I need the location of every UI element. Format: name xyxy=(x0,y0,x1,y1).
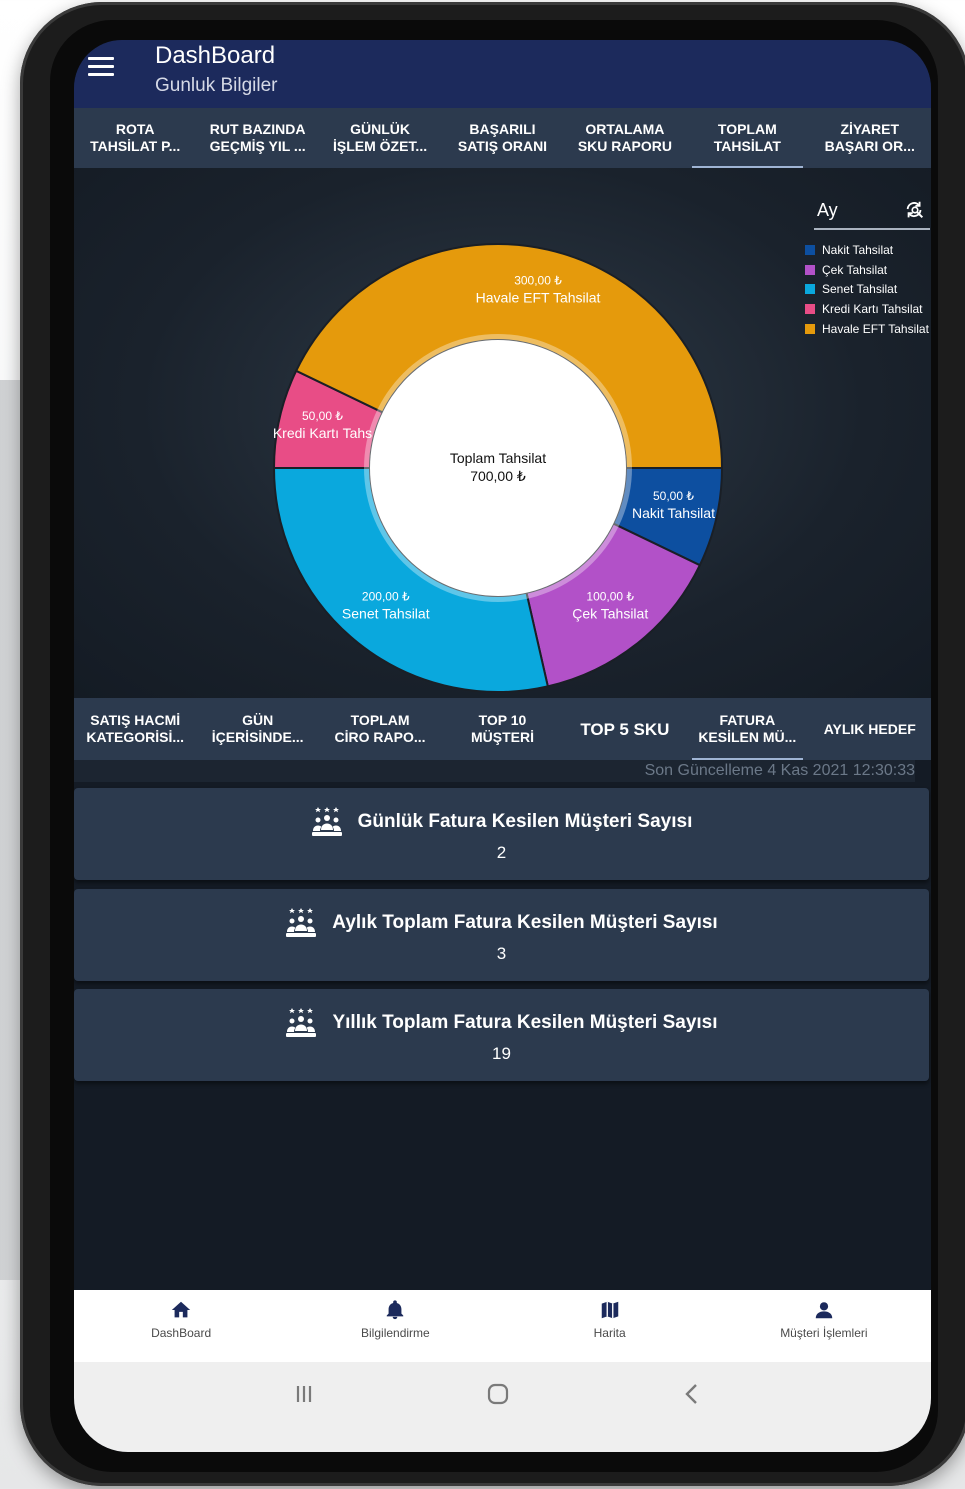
bell-icon xyxy=(387,1300,404,1320)
person-icon xyxy=(815,1302,833,1319)
bottom-navigation: DashBoard Bilgilendirme Harita Müşteri İ… xyxy=(74,1290,931,1362)
legend-swatch xyxy=(805,244,815,255)
recents-button-icon[interactable] xyxy=(284,1379,324,1409)
tab-satis-hacmi[interactable]: SATIŞ HACMİ KATEGORİSİ... xyxy=(74,698,196,760)
card-value: 19 xyxy=(492,1044,511,1063)
customers-icon xyxy=(286,908,317,937)
legend-swatch xyxy=(805,303,815,314)
nav-musteri-islemleri[interactable]: Müşteri İşlemleri xyxy=(717,1290,931,1362)
slice-value-label: 50,00 ₺ xyxy=(653,489,694,503)
system-navigation-bar xyxy=(74,1362,931,1452)
chart-area: Toplam Tahsilat 700,00 ₺ 50,00 ₺ Nakit Ta… xyxy=(74,168,931,698)
last-update-text: Son Güncelleme 4 Kas 2021 12:30:33 xyxy=(74,760,915,782)
slice-name-label: Kredi Kartı Tahs xyxy=(273,425,372,441)
legend-label: Nakit Tahsilat xyxy=(822,242,894,257)
report-tabs-bottom: SATIŞ HACMİ KATEGORİSİ... GÜN İÇERİSİNDE… xyxy=(74,698,931,760)
legend-label: Çek Tahsilat xyxy=(822,262,888,277)
center-value: 700,00 ₺ xyxy=(470,468,526,484)
report-tabs-top: ROTA TAHSİLAT P... RUT BAZINDA GEÇMİŞ YI… xyxy=(74,108,931,168)
monthly-invoice-card: Aylık Toplam Fatura Kesilen Müşteri Sayı… xyxy=(74,889,929,981)
nav-label: Müşteri İşlemleri xyxy=(780,1326,868,1340)
nav-bilgilendirme[interactable]: Bilgilendirme xyxy=(288,1290,502,1362)
legend-item[interactable]: Çek Tahsilat xyxy=(805,260,929,280)
legend-label: Havale EFT Tahsilat xyxy=(822,321,929,336)
slice-name-label: Havale EFT Tahsilat xyxy=(476,290,601,306)
customers-icon xyxy=(286,1008,317,1037)
slice-name-label: Nakit Tahsilat xyxy=(632,505,715,521)
tab-rut-bazinda[interactable]: RUT BAZINDA GEÇMİŞ YIL ... xyxy=(196,108,318,168)
chart-legend: Nakit Tahsilat Çek Tahsilat Senet Tahsilat… xyxy=(805,240,929,338)
refresh-search-icon[interactable] xyxy=(904,199,926,221)
tab-ortalama-sku[interactable]: ORTALAMA SKU RAPORU xyxy=(564,108,686,168)
tab-aylik-hedef[interactable]: AYLIK HEDEF xyxy=(809,698,931,760)
legend-swatch xyxy=(805,264,815,275)
slice-value-label: 100,00 ₺ xyxy=(586,590,634,604)
legend-item[interactable]: Kredi Kartı Tahsilat xyxy=(805,299,929,319)
customers-icon xyxy=(311,807,342,836)
period-select[interactable]: Ay xyxy=(814,196,930,230)
home-button-icon[interactable] xyxy=(478,1379,518,1409)
app-bar: DashBoard Gunluk Bilgiler xyxy=(74,40,931,108)
yearly-invoice-card: Yıllık Toplam Fatura Kesilen Müşteri Say… xyxy=(74,989,929,1081)
center-label: Toplam Tahsilat xyxy=(450,450,546,466)
tab-fatura-kesilen[interactable]: FATURA KESİLEN MÜ... xyxy=(686,698,808,760)
map-icon xyxy=(601,1301,618,1319)
tab-top5-sku[interactable]: TOP 5 SKU xyxy=(564,698,686,760)
tab-toplam-ciro[interactable]: TOPLAM CİRO RAPO... xyxy=(319,698,441,760)
slice-name-label: Çek Tahsilat xyxy=(572,606,648,622)
legend-label: Senet Tahsilat xyxy=(822,282,898,297)
tab-gun-icerisinde[interactable]: GÜN İÇERİSİNDE... xyxy=(196,698,318,760)
slice-value-label: 200,00 ₺ xyxy=(362,590,410,604)
tab-basarili-satis[interactable]: BAŞARILI SATIŞ ORANI xyxy=(441,108,563,168)
card-title: Yıllık Toplam Fatura Kesilen Müşteri Say… xyxy=(332,1012,718,1033)
nav-harita[interactable]: Harita xyxy=(503,1290,717,1362)
period-value: Ay xyxy=(817,200,838,220)
hamburger-menu-icon[interactable] xyxy=(88,57,114,77)
legend-swatch xyxy=(805,284,815,295)
nav-label: Harita xyxy=(593,1326,626,1340)
legend-item[interactable]: Havale EFT Tahsilat xyxy=(805,319,929,339)
app-subtitle: Gunluk Bilgiler xyxy=(155,75,278,96)
slice-value-label: 300,00 ₺ xyxy=(514,274,562,288)
home-icon xyxy=(171,1301,191,1318)
tab-gunluk-islem[interactable]: GÜNLÜK İŞLEM ÖZET... xyxy=(319,108,441,168)
nav-label: Bilgilendirme xyxy=(361,1326,430,1340)
legend-swatch xyxy=(805,323,815,334)
card-value: 3 xyxy=(496,944,507,963)
legend-label: Kredi Kartı Tahsilat xyxy=(822,301,923,316)
card-value: 2 xyxy=(496,843,507,862)
legend-item[interactable]: Senet Tahsilat xyxy=(805,279,929,299)
card-title: Aylık Toplam Fatura Kesilen Müşteri Sayı… xyxy=(332,912,718,933)
tab-top10-musteri[interactable]: TOP 10 MÜŞTERİ xyxy=(441,698,563,760)
tab-ziyaret-basari[interactable]: ZİYARET BAŞARI OR... xyxy=(809,108,931,168)
tab-toplam-tahsilat[interactable]: TOPLAM TAHSİLAT xyxy=(686,108,808,168)
slice-value-label: 50,00 ₺ xyxy=(302,409,343,423)
back-button-icon[interactable] xyxy=(672,1379,712,1409)
app-title: DashBoard xyxy=(155,42,276,69)
donut-chart: Toplam Tahsilat 700,00 ₺ 50,00 ₺ Nakit Ta… xyxy=(273,243,724,693)
app-screen: DashBoard Gunluk Bilgiler ROTA TAHSİLAT … xyxy=(74,40,931,1452)
daily-invoice-card: Günlük Fatura Kesilen Müşteri Sayısı 2 xyxy=(74,788,929,880)
nav-label: DashBoard xyxy=(151,1326,212,1340)
nav-dashboard[interactable]: DashBoard xyxy=(74,1290,288,1362)
slice-name-label: Senet Tahsilat xyxy=(342,606,430,622)
legend-item[interactable]: Nakit Tahsilat xyxy=(805,240,929,260)
tab-rota-tahsilat[interactable]: ROTA TAHSİLAT P... xyxy=(74,108,196,168)
card-title: Günlük Fatura Kesilen Müşteri Sayısı xyxy=(357,811,693,832)
